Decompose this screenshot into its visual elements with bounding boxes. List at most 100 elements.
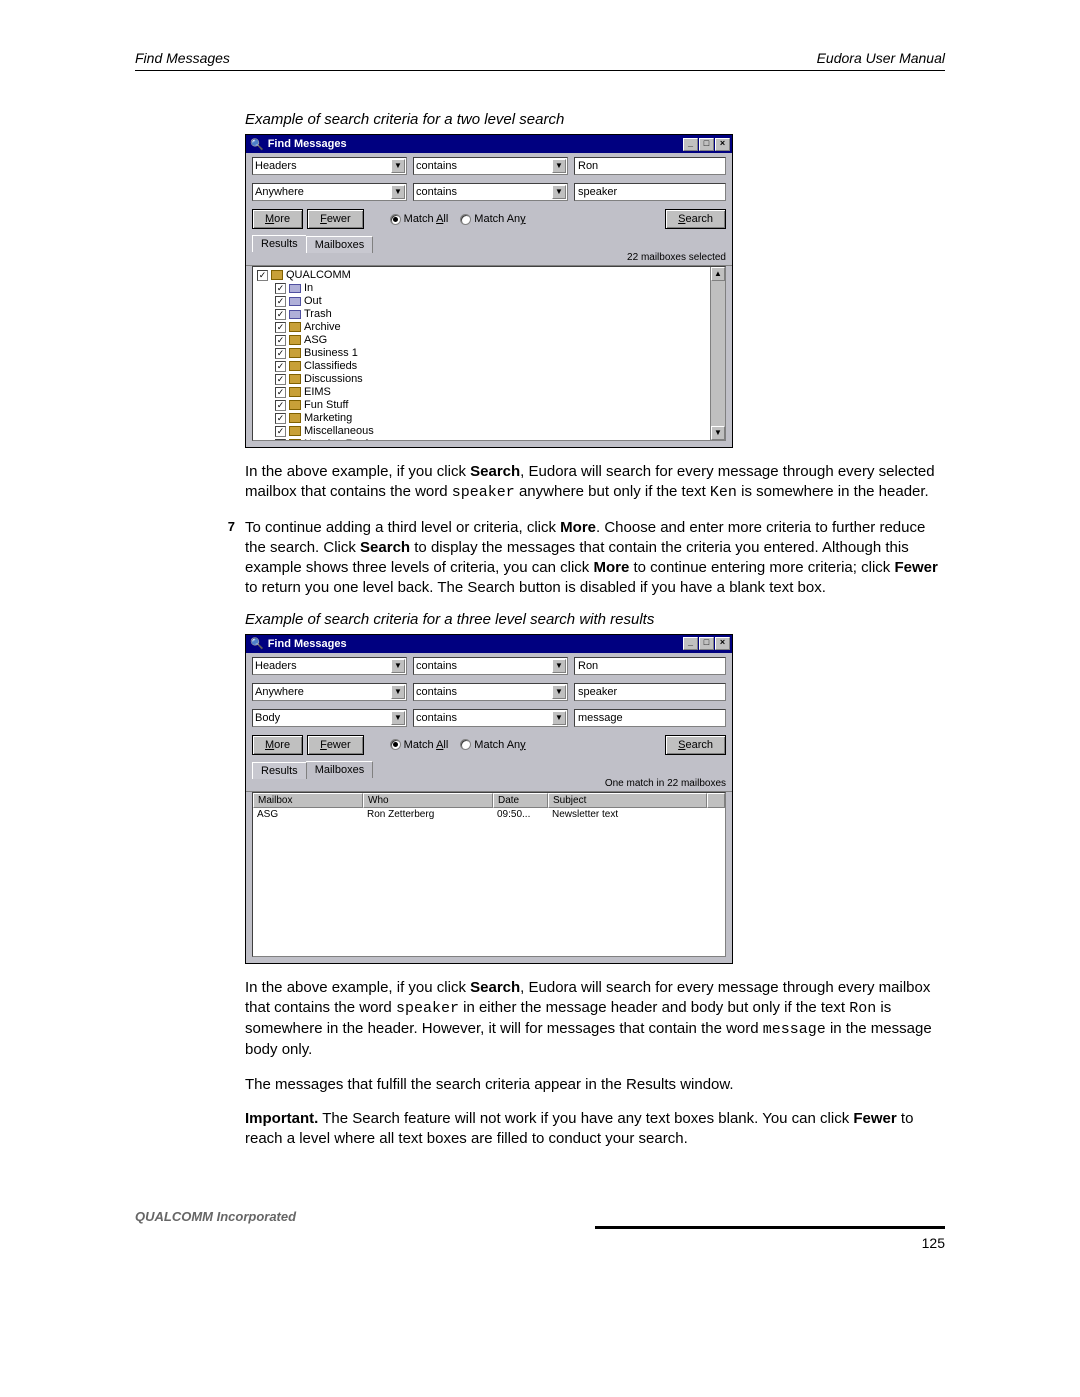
find-messages-dialog-2: 🔍 Find Messages _ □ × Headers▼ contains▼… [245, 634, 733, 964]
folder-icon [289, 413, 301, 423]
criteria-row-2: Anywhere▼ contains▼ speaker [246, 679, 732, 705]
window-title: Find Messages [268, 638, 682, 650]
scroll-up-icon[interactable]: ▲ [711, 267, 725, 281]
mailbox-icon [289, 297, 301, 306]
col-who[interactable]: Who [363, 793, 493, 808]
chevron-down-icon[interactable]: ▼ [391, 685, 405, 699]
tree-item[interactable]: ✓Business 1 [257, 347, 725, 360]
match-all-radio[interactable]: Match All [390, 213, 449, 225]
value-input[interactable]: message [574, 709, 726, 727]
tab-results[interactable]: Results [252, 235, 307, 252]
tree-item[interactable]: ✓Discussions [257, 373, 725, 386]
figure-caption-1: Example of search criteria for a two lev… [245, 111, 945, 128]
tree-item[interactable]: ✓Archive [257, 321, 725, 334]
body-paragraph: The messages that fulfill the search cri… [245, 1075, 945, 1095]
cell-who: Ron Zetterberg [363, 809, 493, 820]
col-mailbox[interactable]: Mailbox [253, 793, 363, 808]
operator-select[interactable]: contains▼ [413, 657, 568, 675]
close-button[interactable]: × [715, 637, 730, 650]
tab-mailboxes[interactable]: Mailboxes [306, 761, 374, 778]
scroll-down-icon[interactable]: ▼ [711, 426, 725, 440]
tree-root[interactable]: ✓QUALCOMM [257, 269, 725, 282]
match-any-radio[interactable]: Match Any [460, 739, 525, 751]
more-button[interactable]: More [252, 209, 303, 229]
fewer-button[interactable]: Fewer [307, 735, 364, 755]
tree-item[interactable]: ✓ASG [257, 334, 725, 347]
value-input[interactable]: speaker [574, 183, 726, 201]
tree-item[interactable]: ✓Classifieds [257, 360, 725, 373]
chevron-down-icon[interactable]: ▼ [552, 711, 566, 725]
operator-select[interactable]: contains▼ [413, 709, 568, 727]
field-select[interactable]: Headers▼ [252, 157, 407, 175]
folder-icon [289, 322, 301, 332]
cell-subject: Newsletter text [548, 809, 725, 820]
chevron-down-icon[interactable]: ▼ [552, 685, 566, 699]
step-text: To continue adding a third level or crit… [245, 518, 945, 599]
tree-item[interactable]: ✓Fun Stuff [257, 399, 725, 412]
value-input[interactable]: speaker [574, 683, 726, 701]
criteria-row-3: Body▼ contains▼ message [246, 705, 732, 731]
tree-item[interactable]: ✓Miscellaneous [257, 425, 725, 438]
tree-item[interactable]: ✓Need to Reply [257, 438, 725, 441]
match-any-radio[interactable]: Match Any [460, 213, 525, 225]
tab-results[interactable]: Results [252, 762, 307, 779]
folder-icon [289, 374, 301, 384]
titlebar: 🔍 Find Messages _ □ × [246, 135, 732, 153]
chevron-down-icon[interactable]: ▼ [391, 159, 405, 173]
value-input[interactable]: Ron [574, 157, 726, 175]
field-select[interactable]: Anywhere▼ [252, 183, 407, 201]
search-button[interactable]: Search [665, 209, 726, 229]
page-footer: QUALCOMM Incorporated 125 [135, 1209, 945, 1251]
mailbox-tree[interactable]: ✓QUALCOMM ✓In ✓Out ✓Trash ✓Archive ✓ASG … [252, 266, 726, 441]
minimize-button[interactable]: _ [683, 138, 698, 151]
tree-item[interactable]: ✓EIMS [257, 386, 725, 399]
maximize-button[interactable]: □ [699, 637, 714, 650]
scrollbar[interactable]: ▲ ▼ [710, 267, 725, 440]
close-button[interactable]: × [715, 138, 730, 151]
field-select[interactable]: Body▼ [252, 709, 407, 727]
col-subject[interactable]: Subject [548, 793, 707, 808]
more-button[interactable]: More [252, 735, 303, 755]
app-icon: 🔍 [250, 138, 264, 151]
result-row[interactable]: ASG Ron Zetterberg 09:50... Newsletter t… [253, 808, 725, 821]
value-input[interactable]: Ron [574, 657, 726, 675]
cell-mailbox: ASG [253, 809, 363, 820]
find-messages-dialog-1: 🔍 Find Messages _ □ × Headers▼ contains▼… [245, 134, 733, 448]
maximize-button[interactable]: □ [699, 138, 714, 151]
folder-icon [289, 387, 301, 397]
figure-caption-2: Example of search criteria for a three l… [245, 611, 945, 628]
mailbox-icon [289, 284, 301, 293]
column-headers: Mailbox Who Date Subject [253, 793, 725, 808]
tree-item[interactable]: ✓In [257, 282, 725, 295]
operator-select[interactable]: contains▼ [413, 683, 568, 701]
tree-item[interactable]: ✓Marketing [257, 412, 725, 425]
chevron-down-icon[interactable]: ▼ [391, 711, 405, 725]
chevron-down-icon[interactable]: ▼ [552, 159, 566, 173]
criteria-row-2: Anywhere▼ contains▼ speaker [246, 179, 732, 205]
minimize-button[interactable]: _ [683, 637, 698, 650]
search-button[interactable]: Search [665, 735, 726, 755]
mailbox-icon [289, 310, 301, 319]
results-pane: Mailbox Who Date Subject ASG Ron Zetterb… [252, 792, 726, 957]
folder-icon [289, 348, 301, 358]
col-date[interactable]: Date [493, 793, 548, 808]
tab-mailboxes[interactable]: Mailboxes [306, 236, 374, 253]
chevron-down-icon[interactable]: ▼ [391, 185, 405, 199]
operator-select[interactable]: contains▼ [413, 183, 568, 201]
col-spacer [707, 793, 725, 808]
tree-item[interactable]: ✓Trash [257, 308, 725, 321]
page-header: Find Messages Eudora User Manual [135, 50, 945, 66]
field-select[interactable]: Headers▼ [252, 657, 407, 675]
chevron-down-icon[interactable]: ▼ [391, 659, 405, 673]
folder-icon [289, 400, 301, 410]
folder-icon [271, 270, 283, 280]
tree-item[interactable]: ✓Out [257, 295, 725, 308]
body-paragraph: In the above example, if you click Searc… [245, 978, 945, 1061]
field-select[interactable]: Anywhere▼ [252, 683, 407, 701]
chevron-down-icon[interactable]: ▼ [552, 659, 566, 673]
operator-select[interactable]: contains▼ [413, 157, 568, 175]
criteria-row-1: Headers▼ contains▼ Ron [246, 153, 732, 179]
chevron-down-icon[interactable]: ▼ [552, 185, 566, 199]
match-all-radio[interactable]: Match All [390, 739, 449, 751]
fewer-button[interactable]: Fewer [307, 209, 364, 229]
